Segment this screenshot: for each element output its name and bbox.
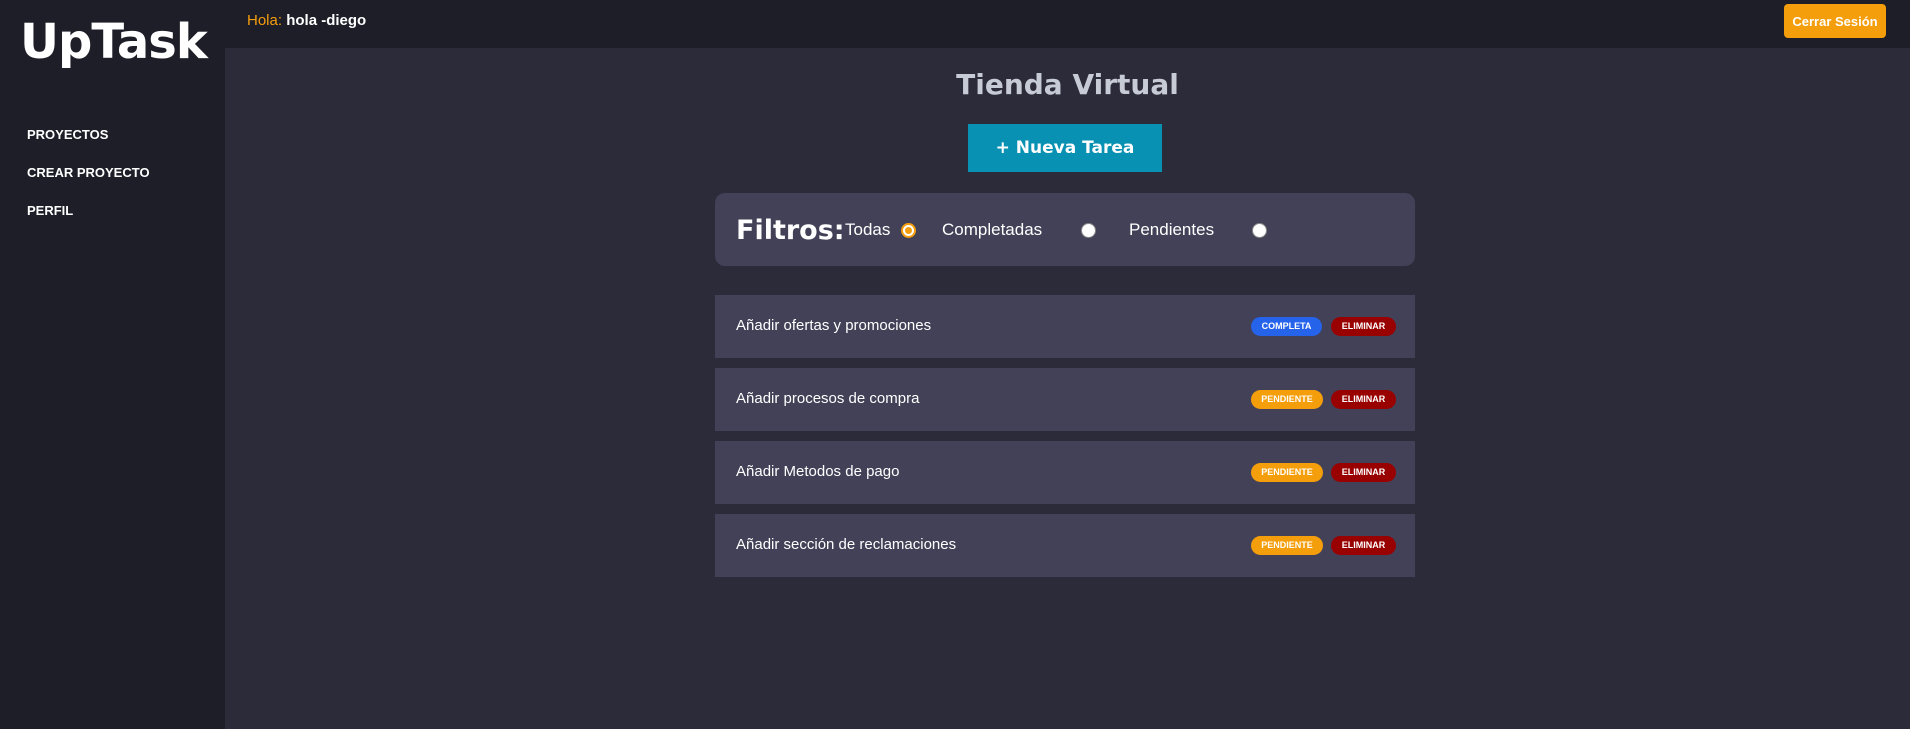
task-status-button[interactable]: PENDIENTE	[1251, 390, 1323, 409]
sidebar: UpTask PROYECTOS CREAR PROYECTO PERFIL	[0, 0, 225, 729]
filter-pendientes-label[interactable]: Pendientes	[1129, 220, 1214, 240]
task-item: Añadir procesos de compra PENDIENTE ELIM…	[715, 368, 1415, 431]
main-content: Tienda Virtual + Nueva Tarea Filtros: To…	[225, 48, 1910, 729]
task-status-button[interactable]: PENDIENTE	[1251, 463, 1323, 482]
sidebar-nav: PROYECTOS CREAR PROYECTO PERFIL	[27, 126, 150, 240]
task-name: Añadir sección de reclamaciones	[736, 536, 957, 553]
new-task-button[interactable]: + Nueva Tarea	[968, 124, 1162, 172]
sidebar-item-crear-proyecto[interactable]: CREAR PROYECTO	[27, 164, 150, 202]
task-status-button[interactable]: COMPLETA	[1251, 317, 1322, 336]
greeting-label: Hola:	[247, 12, 283, 29]
task-delete-button[interactable]: ELIMINAR	[1331, 463, 1396, 482]
filters-panel: Filtros: Todas Completadas Pendientes	[715, 193, 1415, 266]
task-name: Añadir procesos de compra	[736, 390, 920, 407]
filters-label: Filtros:	[736, 215, 845, 246]
sidebar-item-proyectos[interactable]: PROYECTOS	[27, 126, 150, 164]
filter-completadas-radio[interactable]	[1081, 223, 1096, 238]
task-item: Añadir ofertas y promociones COMPLETA EL…	[715, 295, 1415, 358]
greeting: Hola: hola -diego	[247, 12, 366, 29]
task-delete-button[interactable]: ELIMINAR	[1331, 536, 1396, 555]
task-delete-button[interactable]: ELIMINAR	[1331, 390, 1396, 409]
task-delete-button[interactable]: ELIMINAR	[1331, 317, 1396, 336]
task-item: Añadir sección de reclamaciones PENDIENT…	[715, 514, 1415, 577]
task-item: Añadir Metodos de pago PENDIENTE ELIMINA…	[715, 441, 1415, 504]
logout-button[interactable]: Cerrar Sesión	[1784, 4, 1886, 38]
filter-todas-radio[interactable]	[901, 223, 916, 238]
username: hola -diego	[286, 12, 367, 29]
page-title: Tienda Virtual	[956, 68, 1179, 101]
app-logo: UpTask	[20, 14, 208, 70]
sidebar-item-perfil[interactable]: PERFIL	[27, 202, 150, 240]
task-status-button[interactable]: PENDIENTE	[1251, 536, 1323, 555]
filter-completadas-label[interactable]: Completadas	[942, 220, 1042, 240]
filter-todas-label[interactable]: Todas	[845, 220, 890, 240]
top-bar: Hola: hola -diego Cerrar Sesión	[225, 0, 1910, 48]
filter-pendientes-radio[interactable]	[1252, 223, 1267, 238]
task-name: Añadir Metodos de pago	[736, 463, 900, 480]
task-name: Añadir ofertas y promociones	[736, 317, 932, 334]
